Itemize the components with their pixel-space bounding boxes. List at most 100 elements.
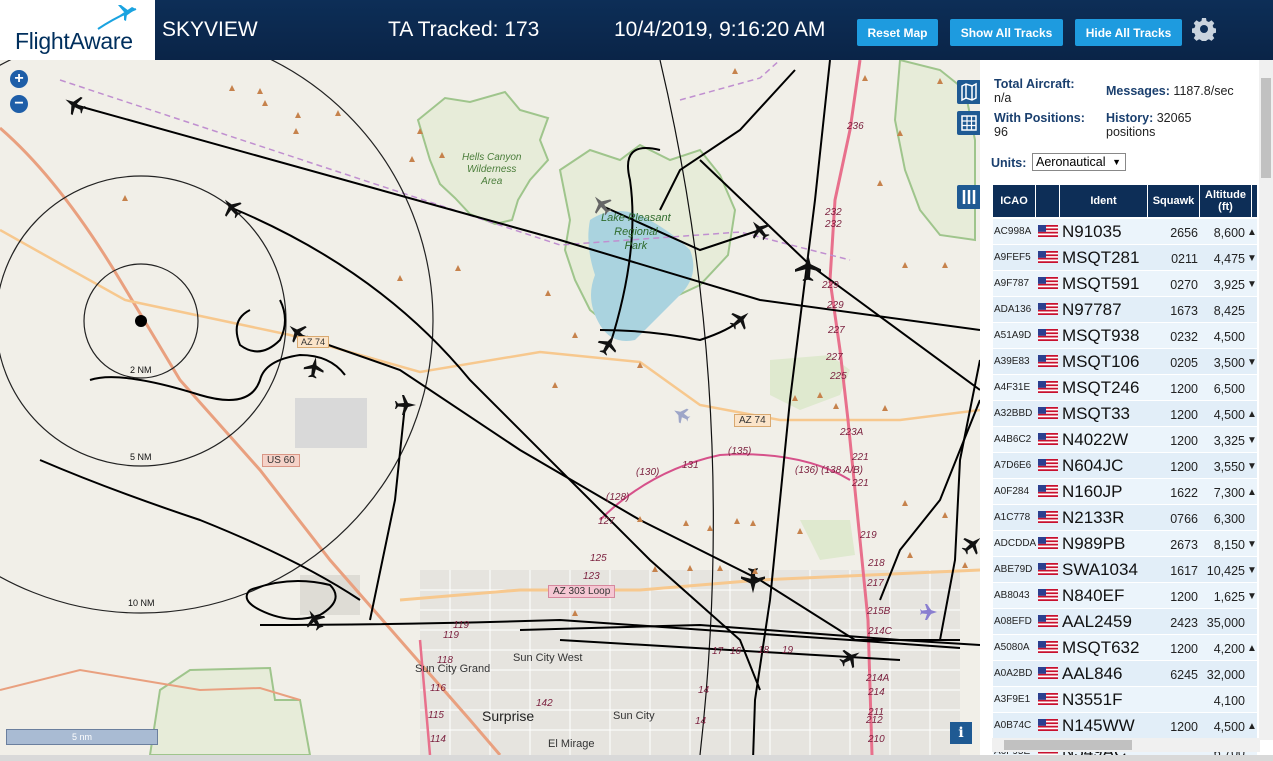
column-squawk[interactable]: Squawk (1148, 185, 1200, 217)
table-row[interactable]: A9FEF5 MSQT281 0211 4,475 ▼ (993, 245, 1257, 271)
us-flag-icon (1038, 225, 1058, 237)
row-vertical-trend: ▲ (1247, 409, 1257, 420)
column-altitude[interactable]: Altitude (ft) (1200, 185, 1252, 217)
columns-toggle-button[interactable] (957, 185, 980, 209)
units-selected-value: Aeronautical (1036, 155, 1106, 169)
exit-17-label: 17 (712, 646, 724, 657)
us-flag-icon (1038, 303, 1058, 315)
vertical-scroll-thumb[interactable] (1261, 78, 1271, 178)
row-squawk: 1200 (1170, 382, 1198, 396)
row-squawk: 0205 (1170, 356, 1198, 370)
row-altitude: 8,425 (1213, 304, 1245, 318)
table-row[interactable]: A5080A MSQT632 1200 4,200 ▲ (993, 635, 1257, 661)
table-row[interactable]: A9F787 MSQT591 0270 3,925 ▼ (993, 271, 1257, 297)
row-altitude: 8,600 (1213, 226, 1245, 240)
table-row[interactable]: AC998A N91035 2656 8,600 ▲ (993, 219, 1257, 245)
row-squawk: 0766 (1170, 512, 1198, 526)
table-row[interactable]: A0A2BD AAL846 6245 32,000 (993, 661, 1257, 687)
aircraft-panel: Total Aircraft: n/a With Positions: 96 M… (980, 60, 1273, 755)
us-flag-icon (1038, 563, 1058, 575)
exit-128-label: (128) (606, 492, 630, 503)
row-vertical-trend: ▼ (1247, 435, 1257, 446)
exit-218-label: 218 (868, 558, 885, 569)
table-row[interactable]: A3F9E1 N3551F 4,100 (993, 687, 1257, 713)
row-vertical-trend: ▼ (1247, 279, 1257, 290)
us-flag-icon (1038, 381, 1058, 393)
zoom-in-button[interactable]: + (10, 70, 28, 88)
row-icao: ADCDDA (994, 538, 1037, 549)
logo[interactable]: FlightAware (0, 0, 155, 60)
table-row[interactable]: A51A9D MSQT938 0232 4,500 (993, 323, 1257, 349)
reset-map-button[interactable]: Reset Map (857, 19, 938, 46)
column-ident[interactable]: Ident (1060, 185, 1148, 217)
map-canvas[interactable]: Hells Canyon Wilderness Area Lake Pleasa… (0, 60, 980, 755)
row-squawk: 1617 (1170, 564, 1198, 578)
table-row[interactable]: AB8043 N840EF 1200 1,625 ▼ (993, 583, 1257, 609)
tracked-count: TA Tracked: 173 (388, 18, 540, 41)
gear-icon[interactable] (1192, 17, 1216, 41)
table-row[interactable]: ABE79D SWA1034 1617 10,425 ▼ (993, 557, 1257, 583)
us-flag-icon (1038, 537, 1058, 549)
row-ident: N160JP (1062, 482, 1123, 501)
hide-all-tracks-button[interactable]: Hide All Tracks (1075, 19, 1182, 46)
exit-115-label: 115 (428, 710, 444, 721)
column-icao[interactable]: ICAO (993, 185, 1036, 217)
exit-219-label: 219 (860, 530, 877, 541)
ring-2nm-label: 2 NM (130, 365, 152, 375)
column-flag[interactable] (1036, 185, 1060, 217)
table-row[interactable]: A32BBD MSQT33 1200 4,500 ▲ (993, 401, 1257, 427)
row-icao: A08EFD (994, 616, 1032, 627)
row-altitude: 3,550 (1213, 460, 1245, 474)
row-icao: A4F31E (994, 382, 1031, 393)
row-ident: MSQT632 (1062, 638, 1140, 657)
map-grid-button[interactable] (957, 111, 980, 135)
table-row[interactable]: A4F31E MSQT246 1200 6,500 (993, 375, 1257, 401)
exit-225-label: 225 (830, 371, 847, 382)
row-squawk: 1622 (1170, 486, 1198, 500)
row-altitude: 6,300 (1213, 512, 1245, 526)
table-row[interactable]: A1C778 N2133R 0766 6,300 (993, 505, 1257, 531)
row-squawk: 1200 (1170, 590, 1198, 604)
row-ident: N3551F (1062, 690, 1123, 709)
messages-value: 1187.8/sec (1173, 84, 1234, 98)
label-line: Hells Canyon (462, 152, 522, 163)
row-altitude: 3,325 (1213, 434, 1245, 448)
label-line: Regional (614, 226, 658, 238)
table-row[interactable]: A7D6E6 N604JC 1200 3,550 ▼ (993, 453, 1257, 479)
units-label: Units: (991, 156, 1027, 170)
table-row[interactable]: A4B6C2 N4022W 1200 3,325 ▼ (993, 427, 1257, 453)
zoom-out-button[interactable]: − (10, 95, 28, 113)
history-stat: History: 32065 positions (1106, 111, 1191, 139)
us-flag-icon (1038, 433, 1058, 445)
exit-221b-label: 221 (852, 478, 869, 489)
row-vertical-trend: ▼ (1247, 591, 1257, 602)
us-flag-icon (1038, 251, 1058, 263)
exit-14b-label: 14 (695, 716, 707, 727)
row-ident: MSQT281 (1062, 248, 1140, 267)
logo-text: FlightAware (15, 28, 133, 54)
vertical-scrollbar[interactable] (1259, 60, 1273, 740)
show-all-tracks-button[interactable]: Show All Tracks (950, 19, 1063, 46)
us-flag-icon (1038, 277, 1058, 289)
exit-217-label: 217 (867, 578, 884, 589)
units-select[interactable]: Aeronautical ▼ (1032, 153, 1126, 171)
table-row[interactable]: A0F284 N160JP 1622 7,300 ▲ (993, 479, 1257, 505)
row-altitude: 7,300 (1213, 486, 1245, 500)
horizontal-scrollbar[interactable] (992, 738, 1260, 752)
row-ident: MSQT246 (1062, 378, 1140, 397)
bottom-bar (0, 755, 1273, 761)
row-vertical-trend: ▼ (1247, 357, 1257, 368)
row-altitude: 10,425 (1206, 564, 1245, 578)
table-row[interactable]: A08EFD AAL2459 2423 35,000 (993, 609, 1257, 635)
exit-211-label: 211 (868, 707, 884, 718)
info-button[interactable]: i (950, 722, 972, 744)
horizontal-scroll-thumb[interactable] (1004, 740, 1132, 750)
table-row[interactable]: ADA136 N97787 1673 8,425 (993, 297, 1257, 323)
map-layers-button[interactable] (957, 80, 980, 104)
table-row[interactable]: A39E83 MSQT106 0205 3,500 ▼ (993, 349, 1257, 375)
us-flag-icon (1038, 485, 1058, 497)
row-icao: A0B74C (994, 720, 1032, 731)
table-row[interactable]: ADCDDA N989PB 2673 8,150 ▼ (993, 531, 1257, 557)
table-row[interactable]: A0B74C N145WW 1200 4,500 ▲ (993, 713, 1257, 739)
exit-119b-label: 119 (443, 630, 459, 641)
